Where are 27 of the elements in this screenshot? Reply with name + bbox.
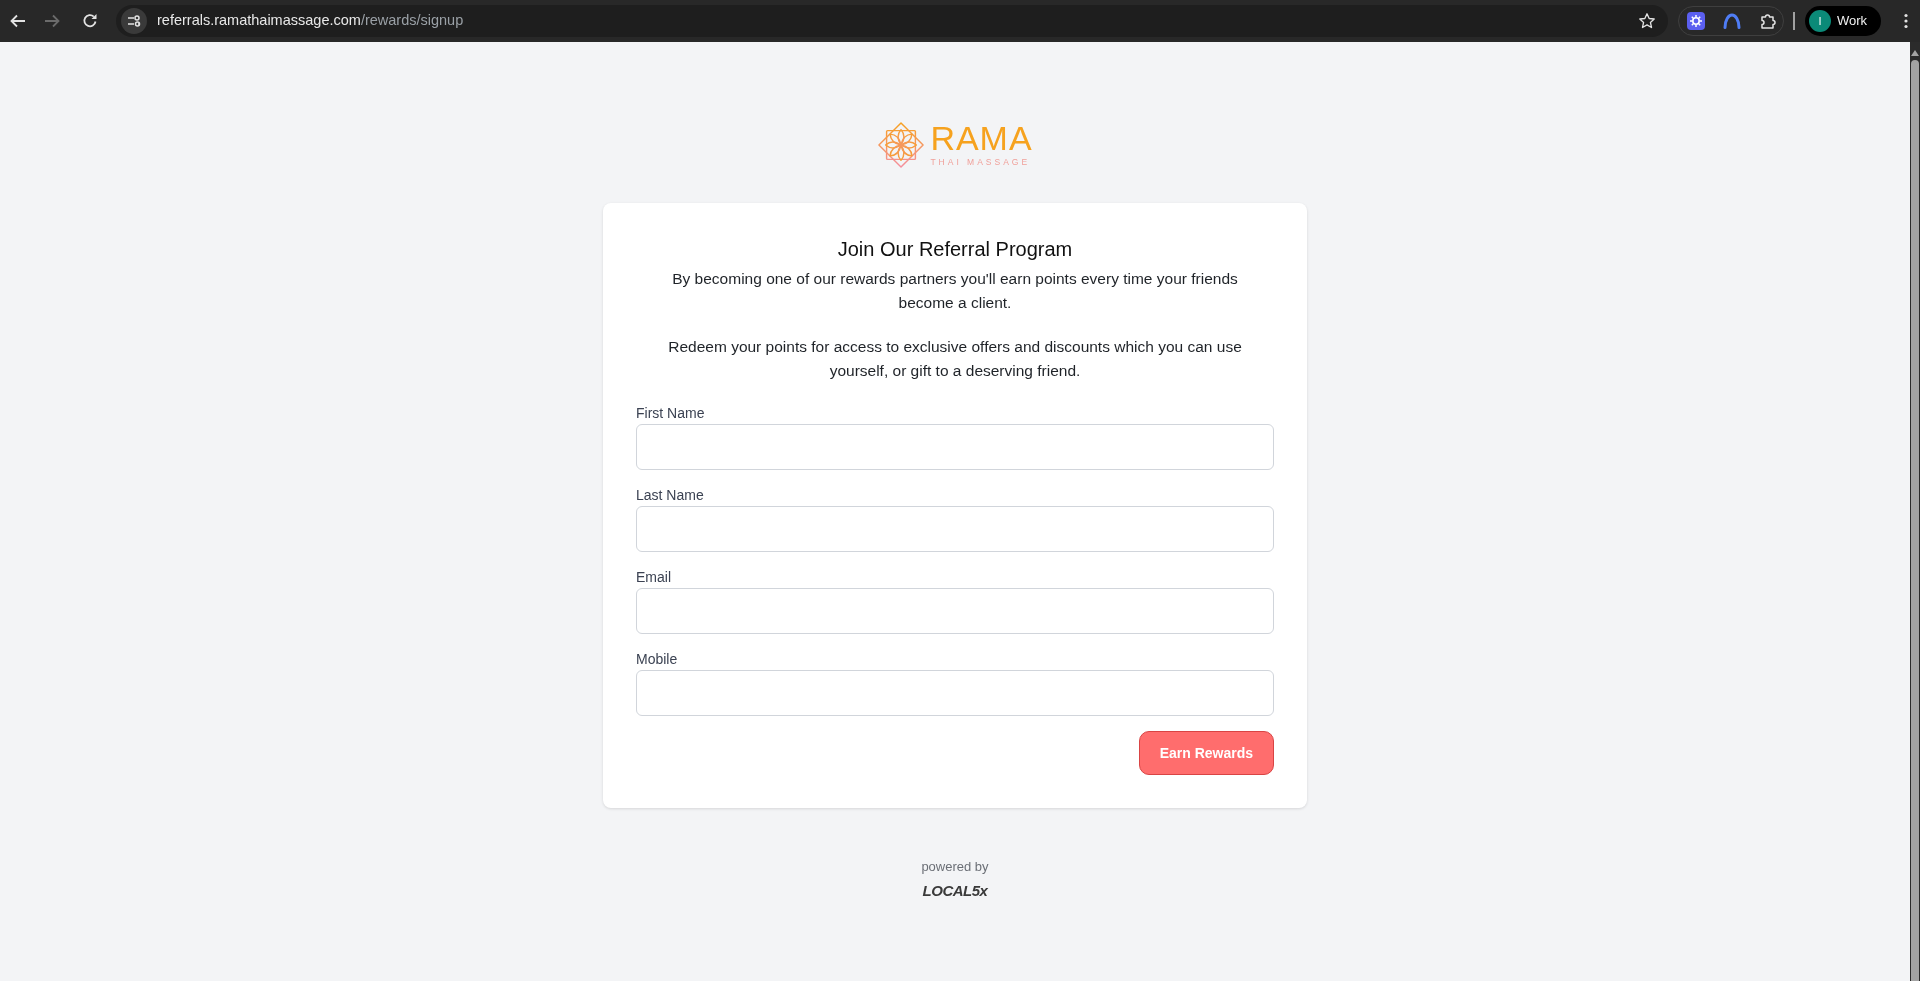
scroll-up-arrow-icon[interactable] (1911, 50, 1919, 56)
bookmark-star-icon[interactable] (1638, 12, 1656, 30)
field-label: First Name (636, 404, 706, 423)
address-bar[interactable]: referrals.ramathaimassage.com/rewards/signup (116, 5, 1668, 37)
field-label: Last Name (636, 486, 705, 505)
url-text: referrals.ramathaimassage.com/rewards/signup (157, 11, 465, 31)
avatar-initial: I (1809, 10, 1831, 32)
input-field[interactable] (636, 424, 1274, 470)
intro-paragraph: Redeem your points for access to exclusive offers and discounts which you can use yourself, or gift to a deserving friend. (667, 337, 1243, 381)
gear-icon[interactable] (1687, 12, 1705, 30)
flower-logo-icon (877, 121, 926, 169)
intro-paragraph: By becoming one of our rewards partners you'll earn points every time your friends become a client. (671, 269, 1239, 313)
field-label: Mobile (636, 650, 679, 669)
input-field[interactable] (636, 588, 1274, 634)
brand-name: RAMA (930, 122, 1033, 154)
puzzle-icon[interactable] (1759, 12, 1777, 30)
profile-button[interactable]: I Work (1805, 6, 1881, 36)
input-field[interactable] (636, 506, 1274, 552)
arch-icon[interactable] (1723, 12, 1741, 30)
brand-tagline: THAI MASSAGE (930, 156, 1032, 168)
scrollbar-thumb[interactable] (1911, 60, 1919, 981)
form-title: Join Our Referral Program (836, 237, 1074, 262)
footer-brand-logo: LOCAL5x (922, 881, 988, 901)
input-field[interactable] (636, 670, 1274, 716)
powered-by-text: powered by (921, 858, 989, 876)
field-label: Email (636, 568, 672, 587)
site-settings-icon[interactable] (121, 8, 147, 34)
